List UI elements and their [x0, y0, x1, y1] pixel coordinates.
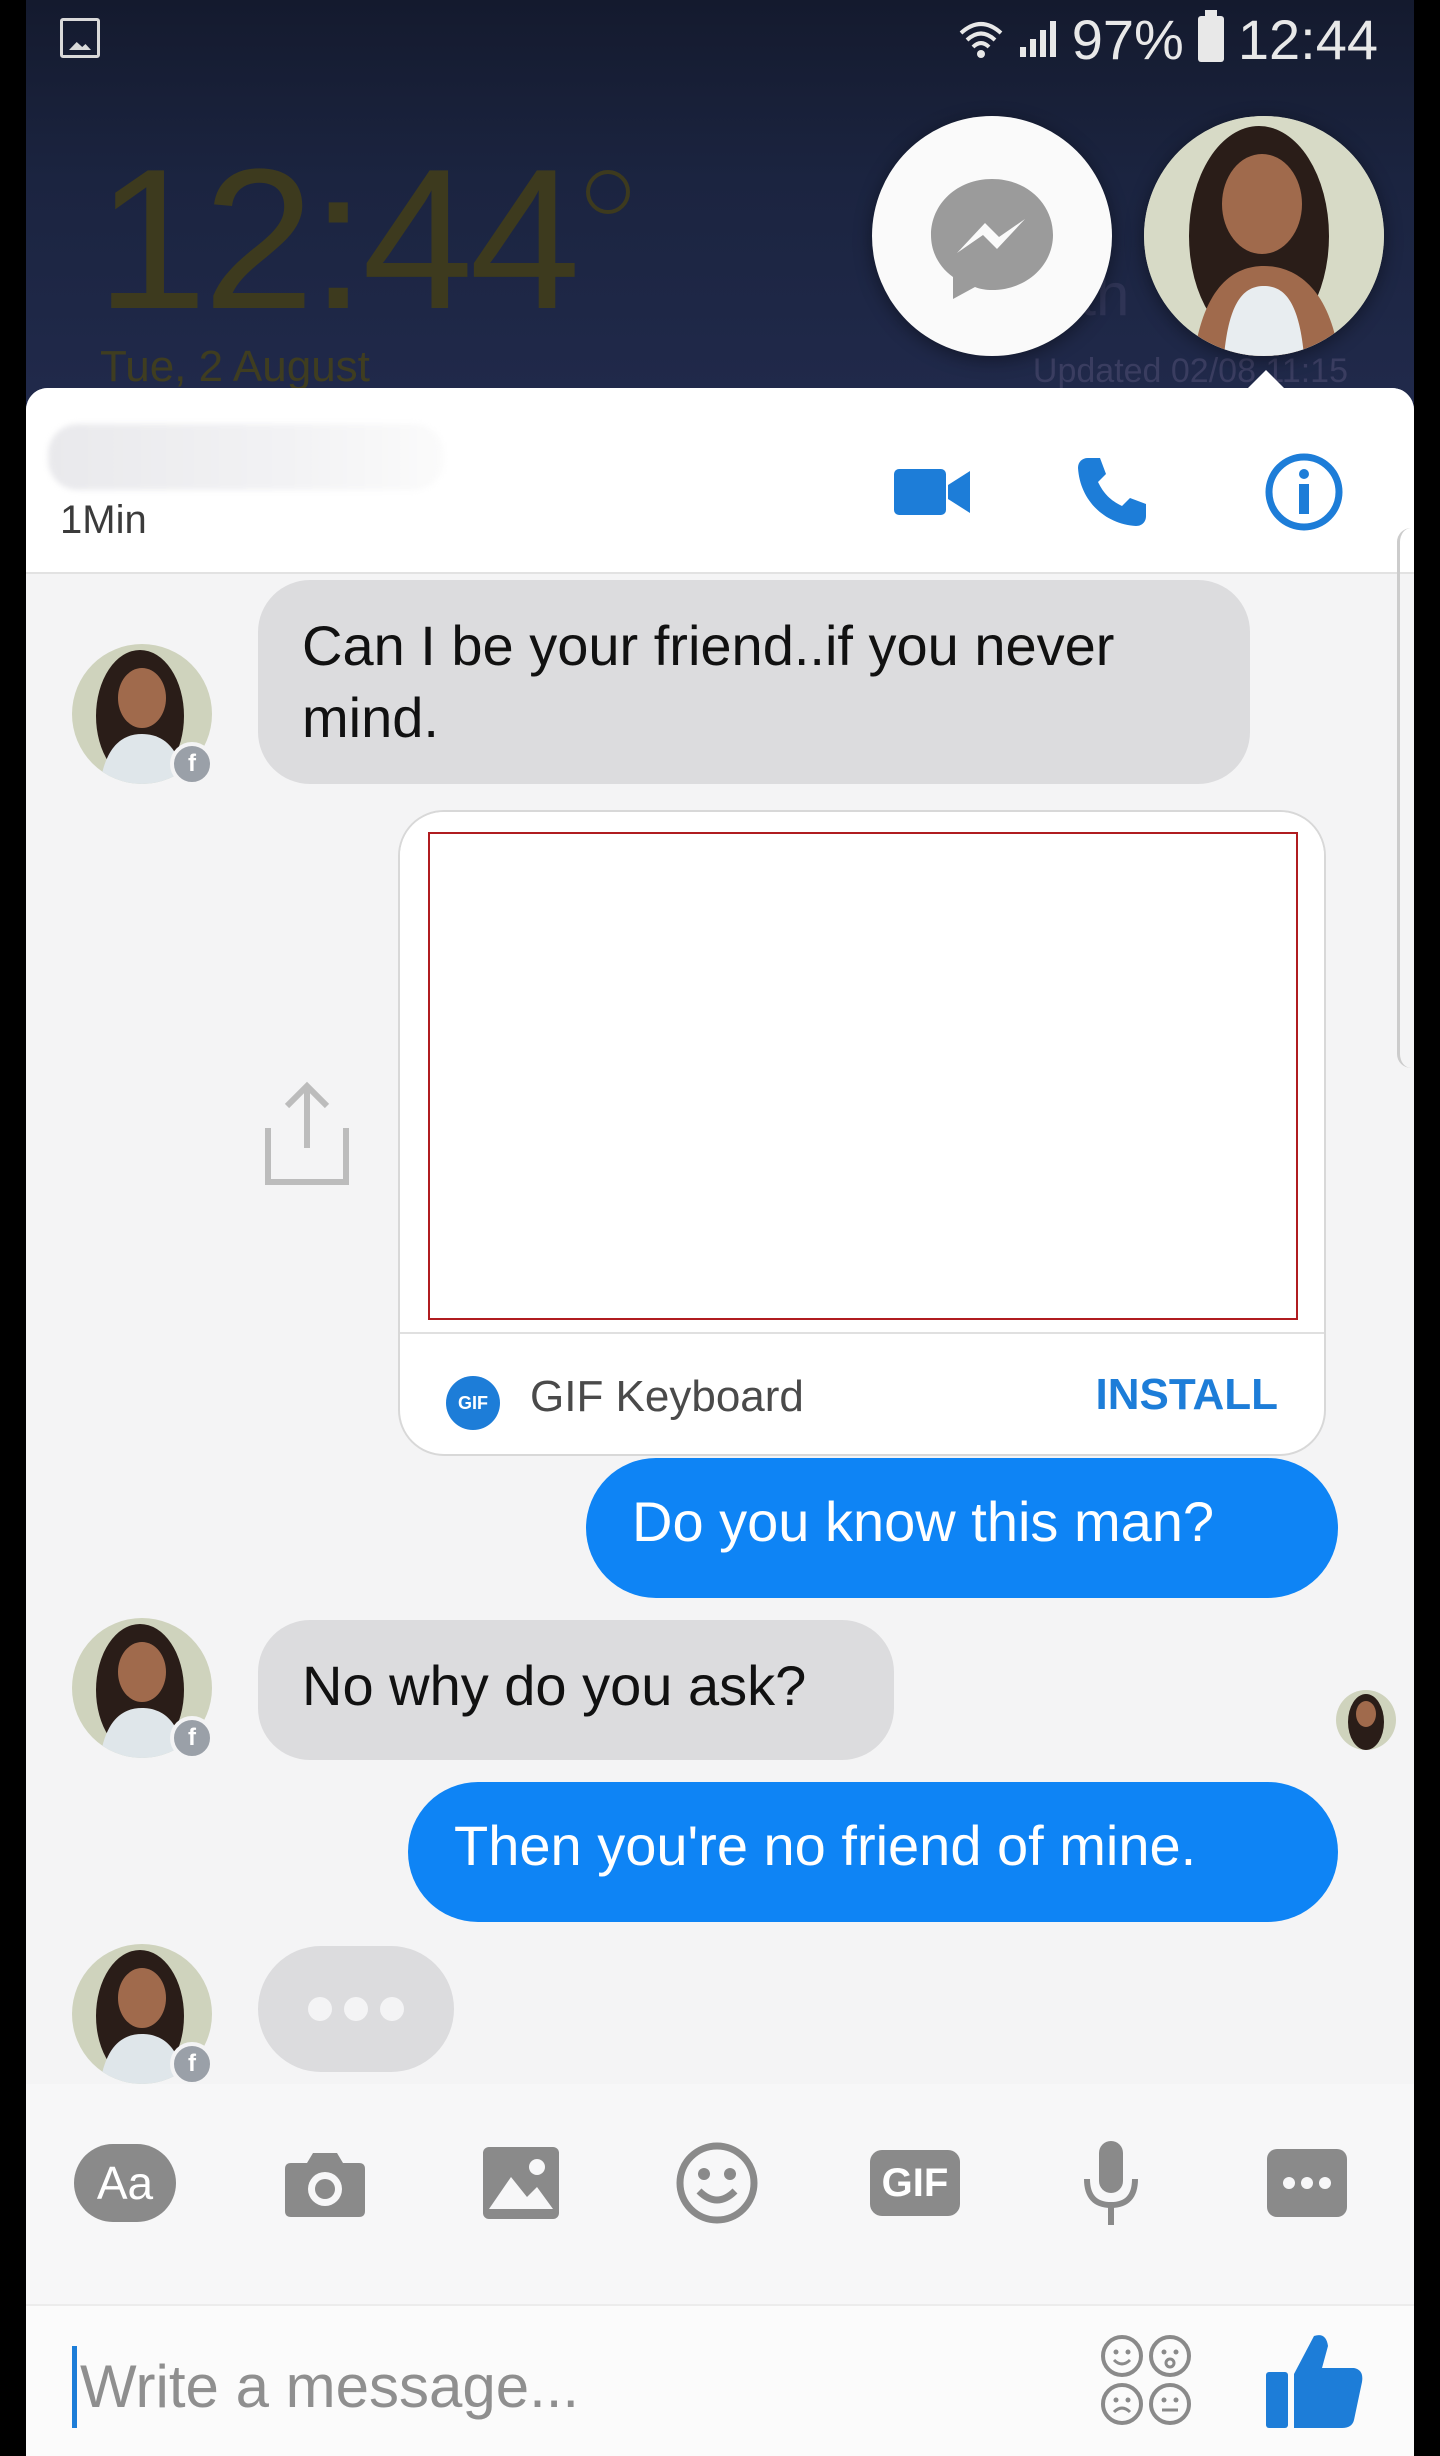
facebook-badge-icon: f — [170, 2042, 214, 2086]
message-incoming[interactable]: Can I be your friend..if you never mind. — [258, 580, 1250, 784]
smiley-icon — [676, 2142, 758, 2224]
card-pointer — [1246, 370, 1286, 390]
phone-icon — [1078, 458, 1146, 526]
status-time: 12:44 — [1237, 7, 1378, 71]
message-composer — [26, 2304, 1414, 2456]
wifi-icon — [959, 22, 1003, 58]
messenger-icon — [931, 179, 1053, 299]
weather-updated-text: Updated 02/08 11:15 — [1032, 352, 1348, 390]
install-button[interactable]: INSTALL — [1096, 1370, 1279, 1420]
camera-icon — [285, 2153, 365, 2217]
gif-button[interactable]: GIF — [860, 2128, 970, 2238]
info-button[interactable] — [1256, 444, 1352, 540]
facebook-badge-icon: f — [170, 1716, 214, 1760]
composer-toolbar: Aa GIF — [26, 2084, 1414, 2304]
message-outgoing[interactable]: Do you know this man? — [586, 1458, 1338, 1598]
voice-call-button[interactable] — [1064, 444, 1160, 540]
gallery-button[interactable] — [466, 2128, 576, 2238]
phone-screen: 97% 12:44 12:44 Tue, 2 August ith Update… — [26, 0, 1414, 2456]
active-status: 1Min — [60, 498, 147, 542]
camera-button[interactable] — [270, 2128, 380, 2238]
battery-percent: 97% — [1071, 7, 1184, 71]
video-camera-icon — [894, 469, 970, 515]
lockscreen-date: Tue, 2 August — [100, 342, 370, 391]
signal-icon — [1019, 21, 1056, 57]
scroll-indicator[interactable] — [1397, 528, 1414, 1068]
more-icon — [1267, 2149, 1347, 2217]
image-icon — [483, 2147, 559, 2219]
sticker-button[interactable] — [662, 2128, 772, 2238]
chat-header: 1Min — [26, 388, 1414, 574]
message-outgoing[interactable]: Then you're no friend of mine. — [408, 1782, 1338, 1922]
seen-indicator-avatar — [1336, 1690, 1396, 1750]
gif-keyboard-logo-icon: GIF — [446, 1376, 500, 1430]
contact-chat-head[interactable] — [1144, 116, 1384, 356]
contact-name-redacted — [48, 424, 444, 490]
message-incoming[interactable]: No why do you ask? — [258, 1620, 894, 1760]
like-thumbs-up-icon[interactable] — [1262, 2328, 1366, 2432]
text-format-icon: Aa — [74, 2144, 176, 2222]
gif-icon: GIF — [870, 2150, 960, 2216]
info-icon — [1265, 453, 1343, 531]
status-right: 97% 12:44 — [958, 6, 1378, 72]
text-cursor — [72, 2346, 77, 2428]
chat-card: 1Min f Can I be your friend..if you neve… — [26, 388, 1414, 2456]
message-input[interactable] — [80, 2344, 980, 2428]
gif-app-name: GIF Keyboard — [530, 1372, 804, 1421]
status-bar: 97% 12:44 — [26, 0, 1414, 80]
gif-card-footer: GIF GIF Keyboard INSTALL — [400, 1332, 1324, 1454]
lockscreen-clock: 12:44 — [96, 128, 580, 351]
microphone-icon — [1084, 2141, 1138, 2225]
contact-avatar-photo — [1144, 116, 1384, 356]
battery-icon — [1197, 10, 1224, 62]
emoji-picker-icon[interactable] — [1098, 2332, 1194, 2428]
gif-preview[interactable] — [400, 812, 1324, 1332]
more-options-button[interactable] — [1252, 2128, 1362, 2238]
gallery-notification-icon — [60, 18, 100, 58]
share-icon[interactable] — [262, 1078, 352, 1188]
text-format-button[interactable]: Aa — [70, 2128, 180, 2238]
typing-indicator — [258, 1946, 454, 2072]
video-call-button[interactable] — [884, 444, 980, 540]
voice-message-button[interactable] — [1056, 2128, 1166, 2238]
gif-preview-frame — [428, 832, 1298, 1320]
gif-attachment-card[interactable]: GIF GIF Keyboard INSTALL — [398, 810, 1326, 1456]
facebook-badge-icon: f — [170, 742, 214, 786]
messenger-chat-head[interactable] — [872, 116, 1112, 356]
weather-sun-icon — [586, 170, 630, 214]
